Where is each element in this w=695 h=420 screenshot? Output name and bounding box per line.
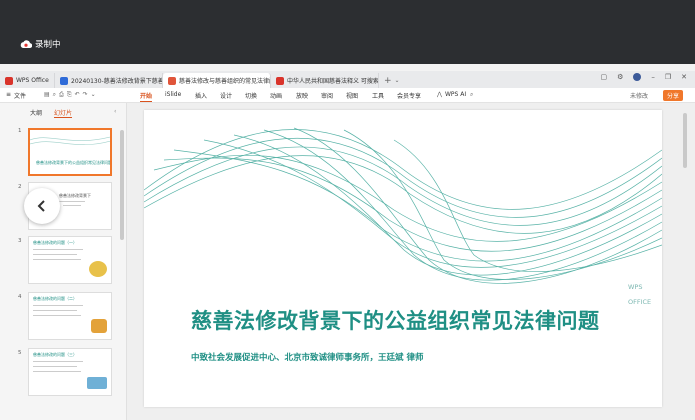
chevron-down-icon: ⌄ xyxy=(394,77,400,84)
window-controls: ▢ ⚙ – ❐ ✕ xyxy=(600,73,687,81)
menu-design[interactable]: 设计 xyxy=(220,91,232,100)
slide-subtitle[interactable]: 中致社会发展促进中心、北京市致诚律师事务所，王廷斌 律师 xyxy=(191,351,423,363)
thumbnail-line xyxy=(33,254,77,256)
slide-thumbnail-3[interactable]: 慈善法修改的问题（一） xyxy=(28,236,112,284)
recording-bar xyxy=(0,0,695,64)
tab-label: 中华人民共和国慈善法释义 可搜索… xyxy=(287,78,379,85)
spacer xyxy=(0,64,695,71)
panel-scrollbar[interactable] xyxy=(120,130,124,240)
menu-slideshow[interactable]: 放映 xyxy=(296,91,308,100)
chevron-left-icon xyxy=(37,200,45,212)
slide-number: 1 xyxy=(18,128,22,134)
tab-document-1[interactable]: 20240130-慈善法修改背景下慈善… xyxy=(55,73,163,88)
modify-status[interactable]: 未修改 xyxy=(630,91,648,100)
minimize-icon[interactable]: – xyxy=(651,73,655,81)
menu-file[interactable]: 文件 xyxy=(14,91,26,100)
editor-scrollbar[interactable] xyxy=(683,113,687,168)
thumbnail-line xyxy=(33,249,83,251)
new-tab-button[interactable]: + ⌄ xyxy=(379,73,405,88)
hamburger-icon[interactable]: ≡ xyxy=(6,91,11,98)
share-label: 分享 xyxy=(666,93,679,100)
thumbnail-line xyxy=(33,361,83,363)
slide-thumbnail-1[interactable]: 慈善法修改背景下的公益组织常见法律问题 xyxy=(28,128,112,176)
tab-label: 20240130-慈善法修改背景下慈善… xyxy=(71,78,163,85)
tab-outline[interactable]: 大纲 xyxy=(30,108,42,118)
pdf-doc-icon xyxy=(276,76,284,85)
thumbnail-title: 慈善法修改的问题（二） xyxy=(33,296,77,301)
ppt-doc-icon xyxy=(168,76,176,85)
slide-number: 2 xyxy=(18,184,22,190)
recording-label: 录制中 xyxy=(35,40,61,50)
tab-label: WPS Office xyxy=(16,77,49,84)
settings-icon[interactable]: ⚙ xyxy=(617,73,623,81)
thumbnail-title: 慈善法修改的问题（三） xyxy=(33,352,77,357)
menu-review[interactable]: 审阅 xyxy=(321,91,333,100)
illustration-icon xyxy=(89,261,107,277)
menu-animation[interactable]: 动画 xyxy=(270,91,282,100)
avatar[interactable] xyxy=(633,73,642,81)
tab-label: 慈善法修改与慈善组织的常见法律问… xyxy=(179,78,271,85)
illustration-icon xyxy=(91,319,107,333)
panel-tabs: 大纲 幻灯片 xyxy=(30,108,73,118)
thumbnail-line xyxy=(33,315,81,317)
tab-wps-office[interactable]: WPS Office xyxy=(0,73,55,88)
layout-icon[interactable]: ▢ xyxy=(600,73,607,81)
tab-presentation[interactable]: 慈善法修改与慈善组织的常见法律问… × xyxy=(163,73,271,88)
thumbnail-line xyxy=(63,205,81,207)
wps-ai-icon: ⋀ xyxy=(437,91,442,98)
menu-home[interactable]: 开始 xyxy=(140,91,153,102)
quick-access-icons[interactable]: ▤⌕⎙⎘↶↷⌄ xyxy=(44,91,99,99)
wps-office-watermark: WPS OFFICE xyxy=(628,283,652,306)
tab-pdf[interactable]: 中华人民共和国慈善法释义 可搜索… xyxy=(271,73,379,88)
slide-number: 3 xyxy=(18,238,22,244)
illustration-icon xyxy=(87,377,107,389)
thumbnail-title: 慈善法修改背景下的公益组织常见法律问题 xyxy=(36,160,112,165)
menu-bar: ≡ 文件 ▤⌕⎙⎘↶↷⌄ 开始 iSlide 插入 设计 切换 动画 放映 审阅… xyxy=(0,88,695,103)
search-icon[interactable]: ⌕ xyxy=(470,91,473,99)
wps-logo-icon xyxy=(5,76,13,85)
slide-thumbnail-5[interactable]: 慈善法修改的问题（三） xyxy=(28,348,112,396)
menu-member[interactable]: 会员专享 xyxy=(397,91,421,100)
thumbnail-line xyxy=(33,310,77,312)
tab-slides[interactable]: 幻灯片 xyxy=(54,108,73,118)
menu-tools[interactable]: 工具 xyxy=(372,91,384,100)
slide-canvas[interactable]: 慈善法修改背景下的公益组织常见法律问题 中致社会发展促进中心、北京市致诚律师事务… xyxy=(144,110,662,407)
menu-islide[interactable]: iSlide xyxy=(165,91,181,98)
thumbnail-line xyxy=(33,259,81,261)
slide-title[interactable]: 慈善法修改背景下的公益组织常见法律问题 xyxy=(191,305,600,335)
word-doc-icon xyxy=(60,76,68,85)
menu-view[interactable]: 视图 xyxy=(346,91,358,100)
close-icon[interactable]: ✕ xyxy=(681,73,687,81)
menu-transition[interactable]: 切换 xyxy=(245,91,257,100)
recording-indicator[interactable]: 录制中 xyxy=(20,38,61,50)
plus-icon: + xyxy=(384,75,392,86)
maximize-icon[interactable]: ❐ xyxy=(665,73,671,81)
thumbnail-decoration xyxy=(30,136,110,145)
thumbnail-line xyxy=(33,366,77,368)
slide-number: 4 xyxy=(18,294,22,300)
share-button[interactable]: 分享 xyxy=(662,90,683,101)
collapse-panel-icon[interactable]: ‹ xyxy=(114,108,116,115)
menu-insert[interactable]: 插入 xyxy=(195,91,207,100)
slide-thumbnail-4[interactable]: 慈善法修改的问题（二） xyxy=(28,292,112,340)
slide-number: 5 xyxy=(18,350,22,356)
cloud-record-icon xyxy=(20,39,32,48)
thumbnail-line xyxy=(59,201,85,203)
back-button[interactable] xyxy=(24,188,60,224)
thumbnail-line xyxy=(33,305,83,307)
thumbnail-title: 慈善法修改的问题（一） xyxy=(33,240,77,245)
thumbnail-title: 慈善法修改背景下 xyxy=(59,193,91,198)
tab-strip: WPS Office 20240130-慈善法修改背景下慈善… 慈善法修改与慈善… xyxy=(0,71,695,88)
thumbnail-line xyxy=(33,371,81,373)
menu-wps-ai[interactable]: WPS AI xyxy=(445,91,466,98)
